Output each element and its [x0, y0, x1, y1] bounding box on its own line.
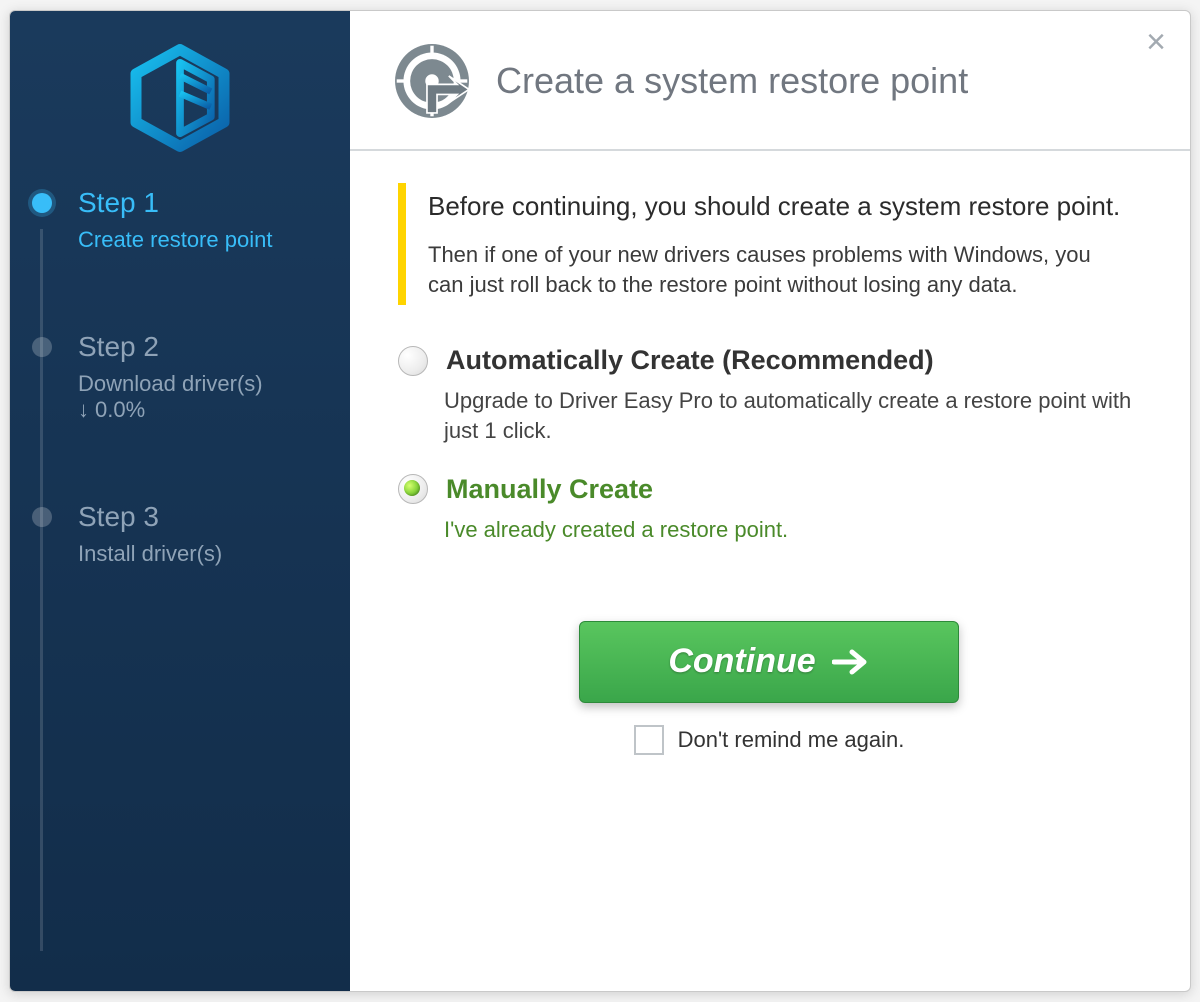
content-body: Before continuing, you should create a s… [350, 151, 1190, 765]
close-icon: × [1146, 23, 1166, 61]
close-button[interactable]: × [1138, 21, 1174, 63]
content-header: Create a system restore point [350, 11, 1190, 151]
step-3: Step 3 Install driver(s) [40, 501, 350, 645]
arrow-right-icon [832, 648, 870, 676]
callout-lead: Before continuing, you should create a s… [428, 189, 1130, 224]
sidebar: Step 1 Create restore point Step 2 Downl… [10, 11, 350, 991]
step-dot-icon [32, 193, 52, 213]
step-subtitle: Create restore point [78, 227, 326, 253]
radio-checked-icon[interactable] [398, 474, 428, 504]
active-step-pointer-icon [350, 255, 370, 291]
option-title: Automatically Create (Recommended) [446, 345, 934, 376]
step-2: Step 2 Download driver(s) ↓ 0.0% [40, 331, 350, 501]
option-description: Upgrade to Driver Easy Pro to automatica… [444, 386, 1140, 445]
download-arrow-icon: ↓ [78, 397, 89, 423]
continue-label: Continue [668, 642, 815, 681]
restore-point-icon [390, 39, 474, 123]
option-manual-create[interactable]: Manually Create I've already created a r… [398, 468, 1140, 567]
option-auto-create[interactable]: Automatically Create (Recommended) Upgra… [398, 339, 1140, 467]
step-title: Step 3 [78, 501, 326, 533]
step-1: Step 1 Create restore point [40, 187, 350, 331]
checkbox-icon[interactable] [634, 725, 664, 755]
step-dot-icon [32, 337, 52, 357]
hexagon-logo-icon [125, 43, 235, 153]
dont-remind-label: Don't remind me again. [678, 727, 905, 753]
step-subtitle: Install driver(s) [78, 541, 326, 567]
app-logo [10, 21, 350, 187]
continue-button[interactable]: Continue [579, 621, 959, 703]
option-row[interactable]: Manually Create [398, 474, 1140, 505]
step-list: Step 1 Create restore point Step 2 Downl… [10, 187, 350, 645]
radio-unchecked-icon[interactable] [398, 346, 428, 376]
step-title: Step 1 [78, 187, 326, 219]
dialog-window: Step 1 Create restore point Step 2 Downl… [9, 10, 1191, 992]
callout-sub: Then if one of your new drivers causes p… [428, 240, 1130, 299]
step-dot-icon [32, 507, 52, 527]
option-title: Manually Create [446, 474, 653, 505]
option-description: I've already created a restore point. [444, 515, 1140, 545]
download-percent: 0.0% [95, 397, 145, 423]
info-callout: Before continuing, you should create a s… [398, 183, 1140, 305]
page-title: Create a system restore point [496, 60, 968, 102]
download-progress: ↓ 0.0% [78, 397, 326, 423]
action-row: Continue Don't remind me again. [398, 621, 1140, 755]
step-subtitle: Download driver(s) [78, 371, 326, 397]
content-pane: × Create a system restore point Before c… [350, 11, 1190, 991]
dont-remind-checkbox[interactable]: Don't remind me again. [634, 725, 905, 755]
step-title: Step 2 [78, 331, 326, 363]
option-row[interactable]: Automatically Create (Recommended) [398, 345, 1140, 376]
